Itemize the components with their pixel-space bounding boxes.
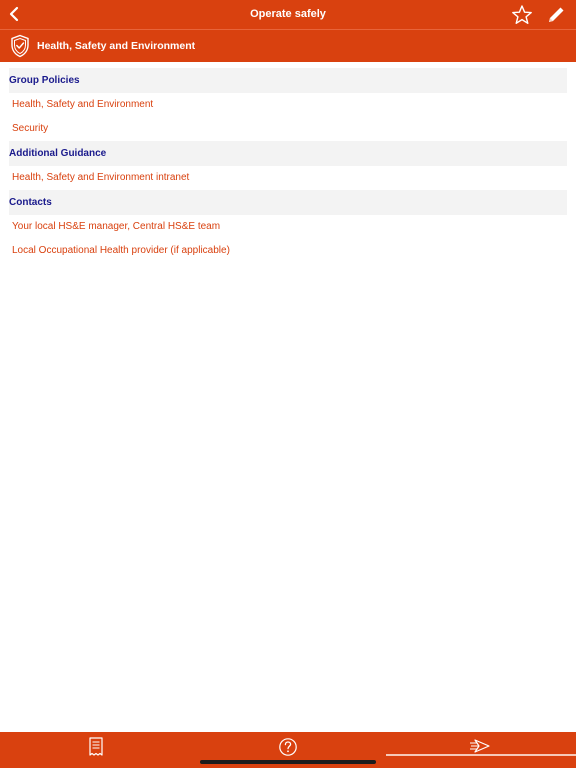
selected-tab-indicator	[386, 754, 576, 756]
section-header-additional-guidance: Additional Guidance	[9, 141, 567, 166]
section-header-contacts: Contacts	[9, 190, 567, 215]
home-indicator	[200, 760, 376, 764]
tab-operate-safely[interactable]	[384, 732, 576, 768]
tab-documents[interactable]	[0, 732, 192, 768]
list-item[interactable]: Health, Safety and Environment intranet	[9, 166, 567, 190]
question-icon	[279, 738, 297, 756]
content-list: Group Policies Health, Safety and Enviro…	[0, 68, 576, 263]
list-item[interactable]: Your local HS&E manager, Central HS&E te…	[9, 215, 567, 239]
navigation-bar: Operate safely	[0, 0, 576, 29]
list-item[interactable]: Local Occupational Health provider (if a…	[9, 239, 567, 263]
list-item[interactable]: Health, Safety and Environment	[9, 93, 567, 117]
document-icon	[89, 737, 103, 756]
pencil-icon[interactable]	[545, 4, 567, 26]
section-header-group-policies: Group Policies	[9, 68, 567, 93]
speed-arrow-icon	[470, 739, 490, 753]
page-title: Operate safely	[250, 8, 326, 20]
list-item[interactable]: Security	[9, 117, 567, 141]
shield-check-icon	[11, 34, 29, 58]
star-icon[interactable]	[511, 4, 533, 26]
banner-title: Health, Safety and Environment	[37, 40, 196, 52]
section-banner: Health, Safety and Environment	[0, 29, 576, 62]
